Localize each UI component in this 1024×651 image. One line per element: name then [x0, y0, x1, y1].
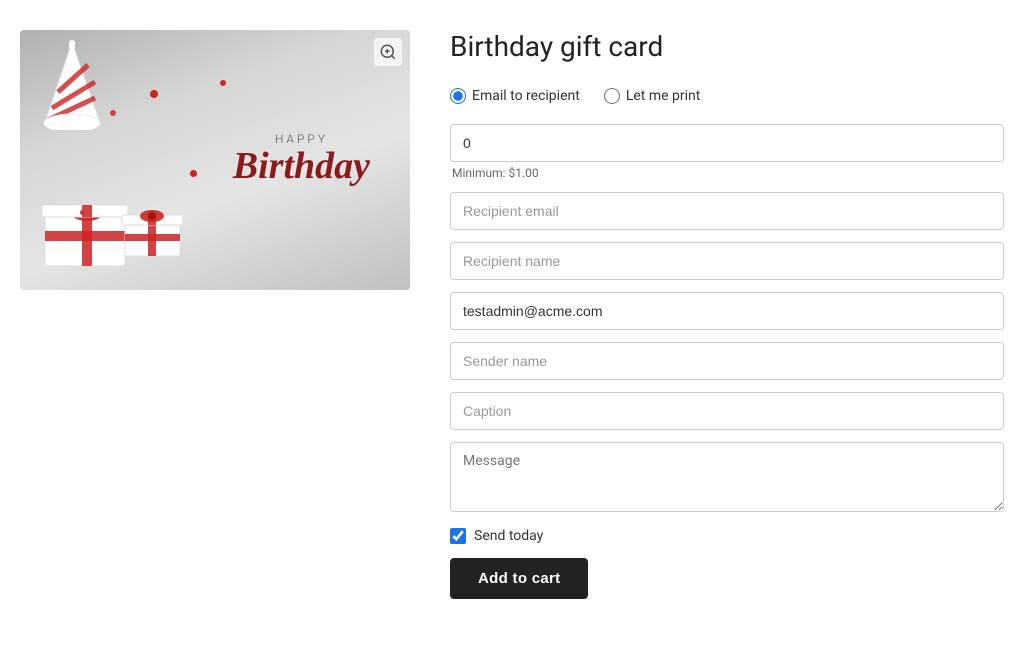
happy-text: HAPPY	[233, 132, 370, 146]
email-radio[interactable]	[450, 88, 466, 104]
gift-box-small	[120, 201, 185, 260]
product-image-section: HAPPY Birthday	[20, 30, 410, 290]
amount-input[interactable]	[450, 124, 1004, 162]
page-container: HAPPY Birthday Birthday gift card	[0, 0, 1024, 629]
birthday-image-bg: HAPPY Birthday	[20, 30, 410, 290]
party-hat	[40, 40, 105, 130]
recipient-name-group	[450, 242, 1004, 280]
message-textarea[interactable]	[450, 442, 1004, 512]
product-title: Birthday gift card	[450, 30, 1004, 64]
product-form-section: Birthday gift card Email to recipient Le…	[450, 30, 1004, 599]
caption-input[interactable]	[450, 392, 1004, 430]
print-radio[interactable]	[604, 88, 620, 104]
recipient-email-input[interactable]	[450, 192, 1004, 230]
delivery-options: Email to recipient Let me print	[450, 88, 1004, 104]
birthday-script-text: Birthday	[233, 146, 370, 188]
recipient-email-group	[450, 192, 1004, 230]
minimum-label: Minimum: $1.00	[450, 166, 1004, 180]
confetti-1	[150, 90, 158, 98]
confetti-5	[220, 80, 226, 86]
sender-name-group	[450, 342, 1004, 380]
birthday-text-area: HAPPY Birthday	[233, 132, 370, 188]
confetti-4	[80, 210, 85, 215]
sender-email-input[interactable]	[450, 292, 1004, 330]
confetti-3	[190, 170, 197, 177]
sender-name-input[interactable]	[450, 342, 1004, 380]
message-group	[450, 442, 1004, 516]
let-me-print-option[interactable]: Let me print	[604, 88, 701, 104]
amount-group: Minimum: $1.00	[450, 124, 1004, 180]
product-image: HAPPY Birthday	[20, 30, 410, 290]
sender-email-group	[450, 292, 1004, 330]
add-to-cart-button[interactable]: Add to cart	[450, 558, 588, 599]
send-today-row: Send today	[450, 528, 1004, 544]
send-today-label[interactable]: Send today	[474, 528, 543, 544]
print-radio-label: Let me print	[626, 88, 701, 104]
send-today-checkbox[interactable]	[450, 528, 466, 544]
caption-group	[450, 392, 1004, 430]
zoom-icon[interactable]	[374, 38, 402, 66]
email-to-recipient-option[interactable]: Email to recipient	[450, 88, 580, 104]
recipient-name-input[interactable]	[450, 242, 1004, 280]
email-radio-label: Email to recipient	[472, 88, 580, 104]
confetti-2	[110, 110, 116, 116]
